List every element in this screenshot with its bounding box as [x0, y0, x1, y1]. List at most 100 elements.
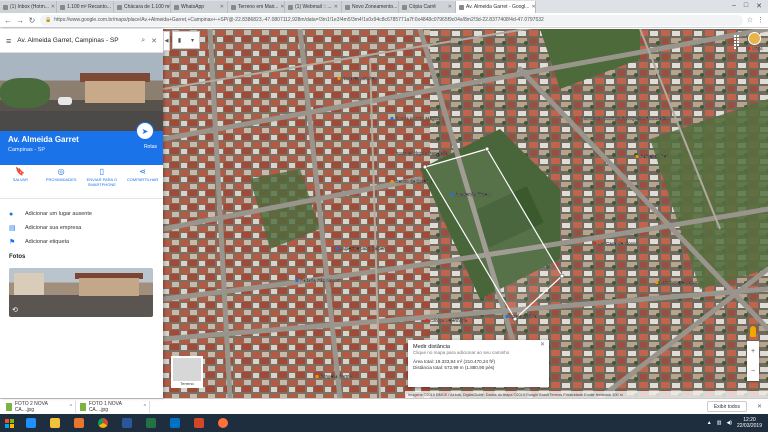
- back-icon[interactable]: ←: [4, 16, 12, 25]
- map-place-label[interactable]: Fonseca Farma: [320, 374, 353, 379]
- contribute-link-label: Adicionar etiqueta: [25, 239, 70, 245]
- file-explorer-icon[interactable]: [44, 414, 66, 432]
- show-all-downloads-button[interactable]: Exibir todos: [706, 401, 747, 412]
- map-place-label[interactable]: Escola Mundo Mágico: [395, 116, 441, 121]
- map-poi-icon[interactable]: [315, 374, 319, 379]
- map-poi-icon[interactable]: [337, 76, 341, 81]
- clock-date: 22/03/2019: [736, 423, 762, 429]
- close-tab-icon[interactable]: ✕: [531, 4, 535, 10]
- map-poi-icon[interactable]: [635, 154, 639, 159]
- apps-grid-icon[interactable]: [734, 35, 742, 49]
- close-icon[interactable]: ✕: [540, 342, 545, 348]
- browser-tab[interactable]: (1) Webmail :: ... ✕: [285, 1, 342, 13]
- tray-arrow-icon[interactable]: ▲: [707, 420, 712, 426]
- bookmark-star-icon[interactable]: ☆: [747, 16, 753, 24]
- minimize-icon[interactable]: –: [732, 2, 736, 10]
- map-poi-icon[interactable]: [450, 192, 454, 197]
- powerpoint-icon[interactable]: [188, 414, 210, 432]
- place-photo[interactable]: [0, 53, 163, 131]
- map-poi-icon[interactable]: [593, 241, 597, 246]
- browser-tab[interactable]: 1.100 m² Recanto...✕: [57, 1, 114, 13]
- collapse-panel-button[interactable]: ◀: [163, 31, 170, 51]
- map-place-label[interactable]: Paineiras Pet: [640, 154, 668, 159]
- clear-search-icon[interactable]: ✕: [151, 37, 157, 45]
- map-place-label[interactable]: Nazaret Lanches: [342, 76, 378, 81]
- search-input[interactable]: [17, 37, 136, 44]
- map-place-label[interactable]: Supermercado Dalben: [340, 246, 387, 251]
- map-place-label[interactable]: Padaria Pão Nosso: [300, 278, 340, 283]
- browser-tab[interactable]: (1) Inbox (Hotm... ✕: [0, 1, 57, 13]
- volume-icon[interactable]: ◀): [726, 420, 732, 426]
- map-place-label[interactable]: Unoc: [752, 46, 764, 51]
- map-poi-icon[interactable]: [505, 314, 509, 319]
- pegman-icon[interactable]: [750, 326, 756, 337]
- map-poi-icon[interactable]: [747, 46, 751, 51]
- action-enviar-button[interactable]: ▯ ENVIAR PARA O SMARTPHONE: [83, 167, 121, 198]
- browser-tab[interactable]: Av. Almeida Garret - Googl... ✕: [456, 1, 536, 13]
- contribute-link[interactable]: ⚑ Adicionar etiqueta: [0, 235, 163, 249]
- map-place-label[interactable]: Lar Casa de Idosos: [598, 241, 639, 246]
- map-poi-icon[interactable]: [335, 246, 339, 251]
- excel-icon[interactable]: [140, 414, 162, 432]
- map-place-label[interactable]: Academia Fitness: [455, 192, 492, 197]
- download-item[interactable]: FOTO 1 NOVA CA....jpg ^: [80, 400, 150, 413]
- chevron-up-icon[interactable]: ^: [70, 404, 75, 410]
- maximize-icon[interactable]: □: [744, 2, 748, 10]
- map-poi-icon[interactable]: [295, 278, 299, 283]
- map-type-toggle[interactable]: Terreno: [171, 356, 203, 388]
- map-place-label[interactable]: Clínica Veterinária: [430, 318, 468, 323]
- url-field[interactable]: 🔒 https://www.google.com.br/maps/place/A…: [40, 14, 743, 26]
- transit-layer-chip[interactable]: ▮ ▾: [172, 31, 200, 49]
- map-place-label[interactable]: Centro de Estética: [395, 179, 433, 184]
- browser-tab[interactable]: Novo Zoneamento...✕: [342, 1, 399, 13]
- browser-tab[interactable]: Terreno em Mair... ✕: [228, 1, 285, 13]
- network-icon[interactable]: ▥: [717, 420, 722, 426]
- search-icon[interactable]: ⌕: [141, 37, 145, 45]
- start-button[interactable]: [0, 414, 18, 432]
- firefox-icon[interactable]: [212, 414, 234, 432]
- clock[interactable]: 12:20 22/03/2019: [737, 417, 762, 429]
- map-poi-icon[interactable]: [390, 179, 394, 184]
- action-proximidades-button[interactable]: ◎ PROXIMIDADES: [42, 167, 80, 198]
- action-salvar-button[interactable]: 🔖 SALVAR: [1, 167, 39, 198]
- outlook-icon[interactable]: [164, 414, 186, 432]
- close-tab-icon[interactable]: ✕: [280, 4, 284, 10]
- map-poi-icon[interactable]: [425, 318, 429, 323]
- close-tab-icon[interactable]: ✕: [334, 4, 338, 10]
- zoom-in-icon[interactable]: +: [751, 348, 755, 355]
- close-tab-icon[interactable]: ✕: [448, 4, 452, 10]
- close-tab-icon[interactable]: ✕: [220, 4, 224, 10]
- word-icon[interactable]: [116, 414, 138, 432]
- account-avatar[interactable]: [748, 32, 761, 45]
- forward-icon[interactable]: →: [16, 16, 24, 25]
- reload-icon[interactable]: ↻: [28, 16, 36, 25]
- map-place-label[interactable]: Ponto & Vírgula Papelaria: [395, 151, 449, 156]
- map-place-label[interactable]: Raimundo Coutinho Advogados Associados: [580, 116, 670, 121]
- map-poi-icon[interactable]: [390, 151, 394, 156]
- menu-icon[interactable]: ⋮: [757, 16, 764, 24]
- contribute-link[interactable]: ● Adicionar um lugar ausente: [0, 207, 163, 221]
- chevron-up-icon[interactable]: ^: [144, 404, 149, 410]
- contribute-link[interactable]: ▤ Adicionar sua empresa: [0, 221, 163, 235]
- media-player-icon[interactable]: [68, 414, 90, 432]
- map-place-label[interactable]: Igreja Batista: [510, 314, 537, 319]
- map-poi-icon[interactable]: [390, 116, 394, 121]
- zoom-out-icon[interactable]: −: [751, 368, 755, 375]
- browser-tab[interactable]: Cópia Carrê ✕: [399, 1, 456, 13]
- internet-explorer-icon[interactable]: [20, 414, 42, 432]
- close-window-icon[interactable]: ✕: [756, 2, 762, 10]
- close-downloads-icon[interactable]: ✕: [757, 403, 762, 410]
- browser-tab[interactable]: Chácara de 1.100 m²✕: [114, 1, 171, 13]
- map-poi-icon[interactable]: [575, 116, 579, 121]
- download-item[interactable]: FOTO 2 NOVA CA....jpg ^: [6, 400, 76, 413]
- close-tab-icon[interactable]: ✕: [51, 4, 55, 10]
- browser-tab[interactable]: WhatsApp ✕: [171, 1, 228, 13]
- action-compartilhar-button[interactable]: ⋖ COMPARTILHAR: [124, 167, 162, 198]
- measure-distance-card: ✕ Medir distância Clique no mapa para ad…: [408, 340, 549, 387]
- map-place-label[interactable]: Lanchonete Sabor: [660, 280, 698, 285]
- chrome-icon[interactable]: [92, 414, 114, 432]
- street-view-photo[interactable]: ⟲: [9, 268, 153, 317]
- hamburger-menu-icon[interactable]: ≡: [6, 36, 11, 46]
- directions-button[interactable]: ➤: [136, 122, 154, 140]
- map-poi-icon[interactable]: [655, 280, 659, 285]
